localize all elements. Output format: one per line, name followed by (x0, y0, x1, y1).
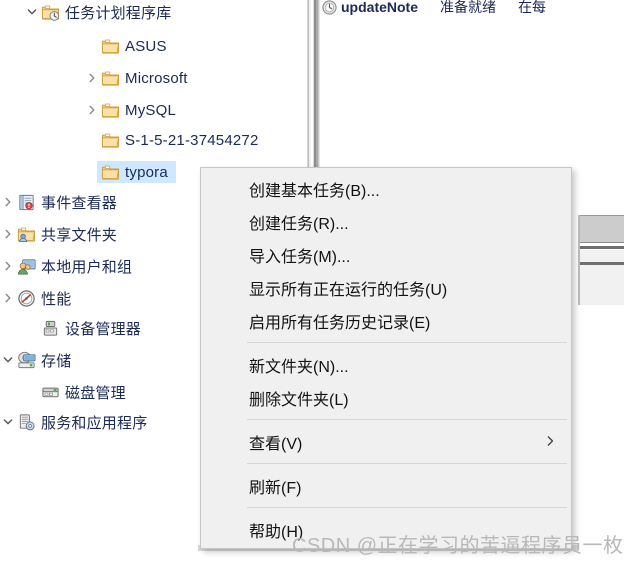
folder-clock-icon (40, 2, 60, 22)
performance-icon (16, 288, 36, 308)
menu-separator (247, 507, 567, 508)
tree-item-10[interactable]: 设备管理器 (0, 316, 145, 340)
storage-icon (16, 350, 36, 370)
menu-item-1[interactable]: 创建任务(R)... (201, 205, 571, 238)
tree-item-label: 存储 (41, 352, 72, 370)
menu-item-13[interactable]: 帮助(H) (201, 513, 571, 546)
task-trigger-cell: 在每 (518, 0, 546, 15)
chevron-down-icon[interactable] (0, 410, 16, 434)
chevron-right-icon[interactable] (0, 222, 16, 246)
task-status-cell: 准备就绪 (440, 0, 496, 15)
services-apps-icon (16, 412, 36, 432)
tree-item-label: ASUS (125, 37, 167, 55)
tree-item-label: S-1-5-21-37454272 (125, 131, 259, 149)
tree-item-9[interactable]: 性能 (0, 286, 75, 310)
chevron-down-icon[interactable] (24, 0, 40, 24)
tree-item-label: 设备管理器 (65, 320, 142, 338)
menu-item-2[interactable]: 导入任务(M)... (201, 238, 571, 271)
chevron-right-icon (546, 435, 555, 449)
menu-item-label: 创建基本任务(B)... (249, 182, 380, 200)
tree-item-6[interactable]: 事件查看器 (0, 190, 121, 214)
tree-item-label: 共享文件夹 (41, 226, 118, 244)
menu-item-label: 启用所有任务历史记录(E) (249, 314, 431, 332)
tree-item-13[interactable]: 服务和应用程序 (0, 410, 151, 434)
background-window-body (580, 265, 624, 305)
menu-item-label: 新文件夹(N)... (249, 358, 349, 376)
tree-item-label: 任务计划程序库 (65, 4, 172, 22)
menu-item-label: 刷新(F) (249, 479, 302, 497)
menu-item-4[interactable]: 启用所有任务历史记录(E) (201, 304, 571, 337)
menu-item-label: 删除文件夹(L) (249, 391, 349, 409)
tree-item-11[interactable]: 存储 (0, 348, 75, 372)
tree-item-2[interactable]: Microsoft (0, 66, 192, 90)
menu-separator (247, 342, 567, 343)
chevron-right-icon[interactable] (84, 98, 100, 122)
users-groups-icon (16, 256, 36, 276)
tree-item-label: 服务和应用程序 (41, 414, 148, 432)
chevron-right-icon[interactable] (0, 254, 16, 278)
menu-item-label: 查看(V) (249, 435, 303, 453)
shared-folders-icon (16, 224, 36, 244)
tree-item-label: typora (125, 163, 172, 181)
task-list-row[interactable]: updateNote 准备就绪 在每 (322, 0, 624, 16)
tree-item-label: 性能 (41, 290, 72, 308)
background-window-strip (580, 250, 624, 262)
folder-icon (100, 100, 120, 120)
menu-item-label: 帮助(H) (249, 523, 304, 541)
menu-item-7[interactable]: 删除文件夹(L) (201, 381, 571, 414)
task-name-cell: updateNote (341, 0, 418, 15)
menu-item-9[interactable]: 查看(V) (201, 425, 571, 458)
folder-context-menu[interactable]: 创建基本任务(B)... 创建任务(R)... 导入任务(M)... 显示所有正在运行… (200, 167, 572, 549)
menu-item-label: 导入任务(M)... (249, 248, 351, 266)
menu-item-3[interactable]: 显示所有正在运行的任务(U) (201, 271, 571, 304)
device-manager-icon (40, 318, 60, 338)
tree-item-1[interactable]: ASUS (0, 34, 171, 58)
tree-item-label: MySQL (125, 101, 177, 119)
menu-item-0[interactable]: 创建基本任务(B)... (201, 172, 571, 205)
tree-item-4[interactable]: S-1-5-21-37454272 (0, 128, 263, 152)
tree-item-label: 事件查看器 (41, 194, 118, 212)
menu-separator (247, 463, 567, 464)
menu-item-11[interactable]: 刷新(F) (201, 469, 571, 502)
chevron-right-icon[interactable] (84, 66, 100, 90)
tree-item-label: 本地用户和组 (41, 258, 133, 276)
tree-item-5[interactable]: typora (0, 160, 176, 184)
tree-item-12[interactable]: 磁盘管理 (0, 380, 130, 404)
event-viewer-icon (16, 192, 36, 212)
chevron-right-icon[interactable] (0, 286, 16, 310)
menu-separator (247, 419, 567, 420)
folder-icon (100, 130, 120, 150)
chevron-down-icon[interactable] (0, 348, 16, 372)
disk-management-icon (40, 382, 60, 402)
folder-icon (100, 162, 120, 182)
background-window-header-band (580, 215, 624, 243)
folder-icon (100, 68, 120, 88)
folder-icon (100, 36, 120, 56)
chevron-right-icon[interactable] (0, 190, 16, 214)
tree-item-0[interactable]: 任务计划程序库 (0, 0, 175, 24)
tree-item-7[interactable]: 共享文件夹 (0, 222, 121, 246)
tree-item-3[interactable]: MySQL (0, 98, 180, 122)
task-clock-icon (322, 0, 337, 15)
tree-item-label: Microsoft (125, 69, 188, 87)
menu-item-6[interactable]: 新文件夹(N)... (201, 348, 571, 381)
menu-item-label: 显示所有正在运行的任务(U) (249, 281, 448, 299)
tree-item-label: 磁盘管理 (65, 384, 126, 402)
tree-item-8[interactable]: 本地用户和组 (0, 254, 136, 278)
menu-item-label: 创建任务(R)... (249, 215, 349, 233)
background-window-divider-top (580, 246, 624, 249)
